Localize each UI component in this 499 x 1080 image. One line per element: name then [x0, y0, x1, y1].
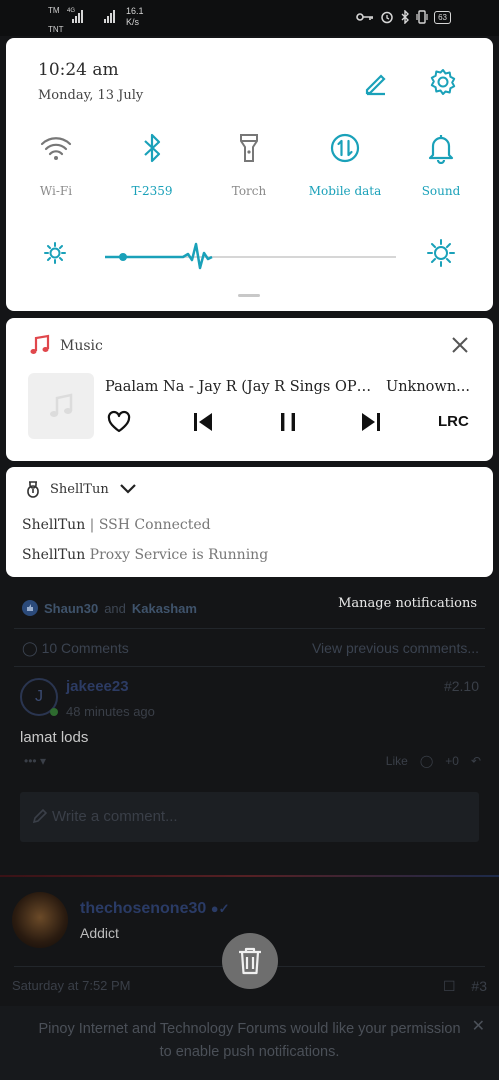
quick-settings-panel: 10:24 am Monday, 13 July Wi-Fi T-2359 To…: [6, 38, 493, 311]
comment-body: lamat lods: [20, 729, 89, 746]
music-notification[interactable]: Music Paalam Na - Jay R (Jay R Sings OPM…: [6, 318, 493, 461]
pencil-icon: [32, 808, 48, 824]
bluetooth-icon: [112, 130, 192, 166]
music-app-name: Music: [60, 338, 103, 354]
chevron-down-icon[interactable]: [119, 483, 137, 495]
comment-number[interactable]: #2.10: [444, 678, 479, 694]
battery-indicator: 63: [434, 10, 451, 24]
next-track-icon[interactable]: [359, 410, 383, 438]
panel-drag-handle[interactable]: [238, 294, 260, 297]
view-previous-comments-link[interactable]: View previous comments...: [312, 640, 479, 656]
vibrate-icon: [416, 10, 428, 24]
bluetooth-status-icon: [401, 10, 410, 24]
shelltun-proxy-line: ShellTun Proxy Service is Running: [22, 547, 269, 563]
album-art: [28, 373, 94, 439]
key-icon: [356, 13, 374, 21]
clock-time[interactable]: 10:24 am: [38, 60, 119, 80]
user-avatar[interactable]: [12, 892, 68, 948]
tile-mobile-data[interactable]: Mobile data: [305, 130, 385, 198]
signal-icon: [72, 10, 83, 23]
clock-date[interactable]: Monday, 13 July: [38, 88, 143, 103]
torch-icon: [209, 130, 289, 166]
song-artist: Unknown...: [386, 379, 470, 395]
mobile-data-icon: [305, 130, 385, 166]
comments-count[interactable]: ◯ 10 Comments: [22, 640, 129, 657]
song-title: Paalam Na - Jay R (Jay R Sings OPM ...: [105, 379, 375, 395]
like-link[interactable]: Like: [386, 754, 408, 768]
header-accent-line: [0, 875, 499, 877]
reply-bubble-icon[interactable]: ◯: [420, 754, 433, 768]
carrier-names: TM TNT: [48, 6, 64, 34]
pause-icon[interactable]: [276, 410, 300, 438]
comment-time: 48 minutes ago: [66, 704, 155, 719]
shelltun-header[interactable]: ShellTun: [26, 479, 137, 499]
status-icons: 63: [356, 10, 451, 24]
manage-notifications-button[interactable]: Manage notifications: [338, 596, 477, 611]
comment-username[interactable]: jakeee23: [66, 678, 129, 695]
tile-bluetooth[interactable]: T-2359: [112, 130, 192, 198]
shelltun-notification[interactable]: ShellTun ShellTun | SSH Connected ShellT…: [6, 467, 493, 577]
write-comment-input[interactable]: Write a comment...: [20, 792, 479, 842]
like-badge-icon: [22, 600, 38, 616]
user-title: Addict: [80, 925, 119, 941]
shelltun-app-name: ShellTun: [50, 481, 109, 497]
signal-icon-2: [104, 10, 115, 23]
previous-track-icon[interactable]: [191, 410, 215, 438]
tile-wifi[interactable]: Wi-Fi: [16, 130, 96, 198]
brightness-low-icon: [42, 240, 68, 270]
divider: [14, 666, 485, 667]
plus-count[interactable]: +0: [445, 754, 459, 768]
edit-icon[interactable]: [362, 68, 390, 100]
brightness-slider[interactable]: [100, 242, 400, 272]
bookmark-icon[interactable]: ☐: [443, 978, 456, 994]
tile-sound[interactable]: Sound: [401, 130, 481, 198]
likes-row: Shaun30 and Kakasham: [22, 600, 197, 616]
close-icon[interactable]: ✕: [472, 1016, 485, 1036]
comment-bubble-icon: ◯: [22, 640, 38, 656]
shelltun-app-icon: [27, 481, 39, 498]
divider: [14, 628, 485, 629]
verified-user-icon: ●✓: [210, 901, 230, 916]
heart-icon[interactable]: [106, 410, 132, 438]
brightness-high-icon: [426, 238, 456, 272]
net-speed: 16.1 K/s: [126, 6, 144, 27]
alarm-icon: [381, 11, 393, 24]
online-indicator: [50, 708, 58, 716]
trash-icon: [239, 947, 261, 975]
close-icon[interactable]: [451, 336, 469, 358]
reply-arrow-icon[interactable]: ↶: [471, 754, 481, 768]
music-note-icon: [28, 334, 50, 360]
lyrics-button[interactable]: LRC: [438, 413, 469, 430]
push-permission-text: Pinoy Internet and Technology Forums wou…: [38, 1021, 461, 1060]
post-timestamp[interactable]: Saturday at 7:52 PM: [12, 978, 131, 993]
wifi-icon: [16, 130, 96, 166]
post-index[interactable]: ☐ #3: [443, 978, 487, 995]
album-placeholder-icon: [50, 393, 73, 417]
shelltun-status-line: ShellTun | SSH Connected: [22, 517, 211, 533]
settings-gear-icon[interactable]: [428, 67, 458, 101]
bell-icon: [401, 130, 481, 166]
clear-notifications-button[interactable]: [222, 933, 278, 989]
status-bar: TM TNT 4G 16.1 K/s 63: [0, 0, 499, 36]
tile-torch[interactable]: Torch: [209, 130, 289, 198]
background-forum-page: Shaun30 and Kakasham Manage notification…: [0, 580, 499, 1080]
comment-actions: Like ◯ +0 ↶: [386, 754, 481, 768]
more-options-icon[interactable]: ••• ▾: [24, 754, 46, 768]
post-username[interactable]: thechosenone30 ●✓: [80, 900, 229, 918]
